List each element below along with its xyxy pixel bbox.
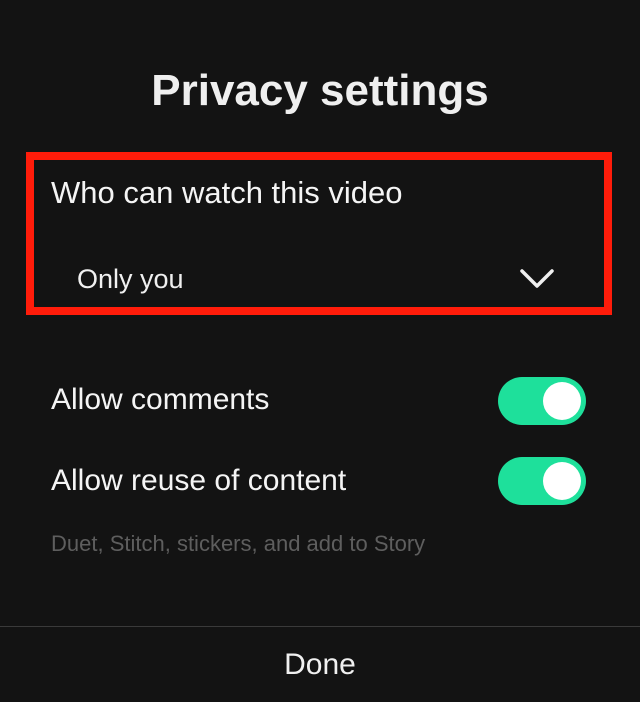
privacy-settings-sheet: Privacy settings Who can watch this vide… xyxy=(0,0,640,702)
chevron-down-icon xyxy=(520,269,554,288)
page-title: Privacy settings xyxy=(151,66,489,115)
allow-reuse-toggle[interactable] xyxy=(498,457,586,505)
visibility-selected-value: Only you xyxy=(77,264,184,294)
toggle-knob xyxy=(543,382,581,420)
toggle-knob xyxy=(543,462,581,500)
allow-comments-toggle[interactable] xyxy=(498,377,586,425)
visibility-label: Who can watch this video xyxy=(51,175,403,210)
allow-comments-label: Allow comments xyxy=(51,383,270,416)
allow-reuse-label: Allow reuse of content xyxy=(51,464,347,497)
visibility-dropdown[interactable]: Only you xyxy=(60,250,570,306)
reuse-hint-text: Duet, Stitch, stickers, and add to Story xyxy=(51,531,426,556)
done-button[interactable]: Done xyxy=(0,627,640,702)
